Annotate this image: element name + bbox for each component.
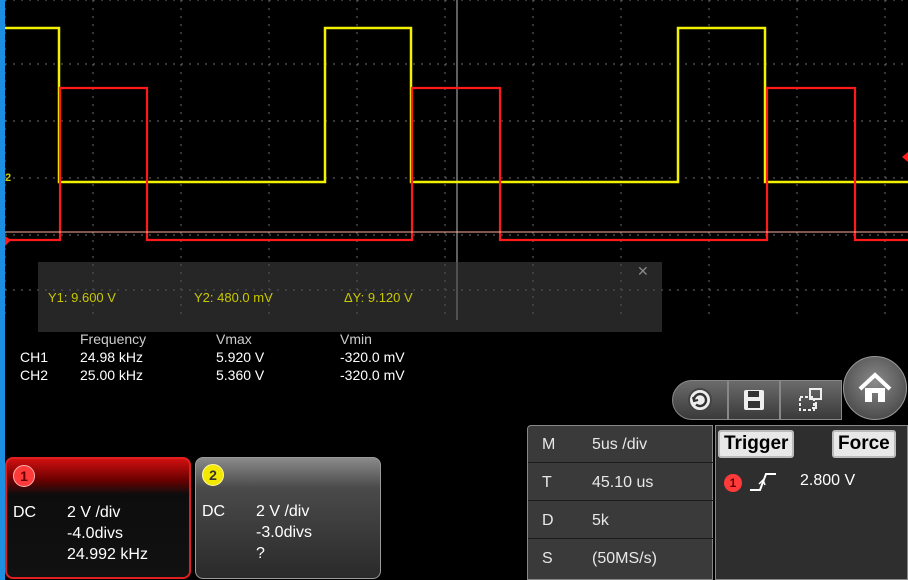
row-ch2-channel: CH2 — [20, 367, 49, 383]
trigger-level[interactable]: 2.800 V — [800, 472, 855, 490]
ch2-badge: 2 — [202, 464, 224, 486]
row-ch2-vmin: -320.0 mV — [340, 367, 405, 383]
row-ch2-vmax: 5.360 V — [216, 367, 265, 383]
ch2-settings-panel[interactable]: 2 DC 2 V /div -3.0divs ? — [195, 457, 381, 579]
timebase-key: S — [542, 550, 553, 567]
timebase-row-s[interactable]: S (50MS/s) — [528, 540, 714, 577]
timebase-value: 45.10 us — [592, 474, 654, 491]
auto-scale-icon — [688, 388, 712, 412]
cursor-delta-y: ΔY: 9.120 V — [344, 290, 413, 305]
timebase-row-t[interactable]: T 45.10 us — [528, 464, 714, 501]
cursor-y2: Y2: 480.0 mV — [194, 290, 273, 305]
ch2-coupling: DC — [202, 503, 226, 520]
ch1-offset: -4.0divs — [67, 525, 124, 542]
layout-button[interactable] — [780, 380, 842, 420]
timebase-value: 5k — [592, 512, 609, 529]
timebase-key: D — [542, 512, 554, 529]
timebase-row-d[interactable]: D 5k — [528, 502, 714, 539]
ch1-scale: 2 V /div — [67, 504, 121, 521]
trigger-panel: Trigger Force 1 2.800 V — [715, 425, 908, 580]
timebase-key: T — [542, 474, 552, 491]
row-ch1-vmin: -320.0 mV — [340, 349, 405, 365]
timebase-value: (50MS/s) — [592, 550, 657, 567]
timebase-key: M — [542, 436, 556, 453]
save-icon — [744, 390, 764, 410]
home-icon — [858, 372, 892, 402]
close-icon[interactable]: ✕ — [637, 264, 649, 278]
ch2-offset: -3.0divs — [256, 524, 313, 541]
home-button[interactable] — [843, 356, 907, 420]
ch2-scale: 2 V /div — [256, 503, 310, 520]
timebase-panel[interactable]: M 5us /div T 45.10 us D 5k S (50MS/s) — [527, 425, 714, 580]
row-ch2-frequency: 25.00 kHz — [80, 367, 144, 383]
row-ch1-vmax: 5.920 V — [216, 349, 265, 365]
force-button[interactable]: Force — [832, 430, 896, 458]
ch2-frequency: ? — [256, 545, 265, 562]
trigger-level-marker — [902, 152, 908, 162]
ch2-offset-marker[interactable]: 2 — [5, 172, 11, 184]
header-vmax: Vmax — [216, 331, 252, 347]
timebase-value: 5us /div — [592, 436, 648, 453]
timebase-row-m[interactable]: M 5us /div — [528, 426, 714, 463]
ch1-settings-panel[interactable]: 1 DC 2 V /div -4.0divs 24.992 kHz — [5, 457, 191, 579]
auto-scale-button[interactable] — [672, 380, 728, 420]
ch1-badge: 1 — [13, 465, 35, 487]
rising-edge-icon[interactable] — [748, 470, 778, 494]
layout-icon — [799, 388, 822, 411]
header-vmin: Vmin — [340, 331, 372, 347]
row-ch1-frequency: 24.98 kHz — [80, 349, 144, 365]
header-frequency: Frequency — [80, 331, 147, 347]
ch1-coupling: DC — [13, 504, 37, 521]
trigger-button[interactable]: Trigger — [718, 430, 795, 458]
ch1-frequency: 24.992 kHz — [67, 546, 148, 563]
trigger-source-badge[interactable]: 1 — [724, 474, 742, 492]
save-button[interactable] — [728, 380, 780, 420]
cursor-y1: Y1: 9.600 V — [48, 290, 116, 305]
row-ch1-channel: CH1 — [20, 349, 49, 365]
